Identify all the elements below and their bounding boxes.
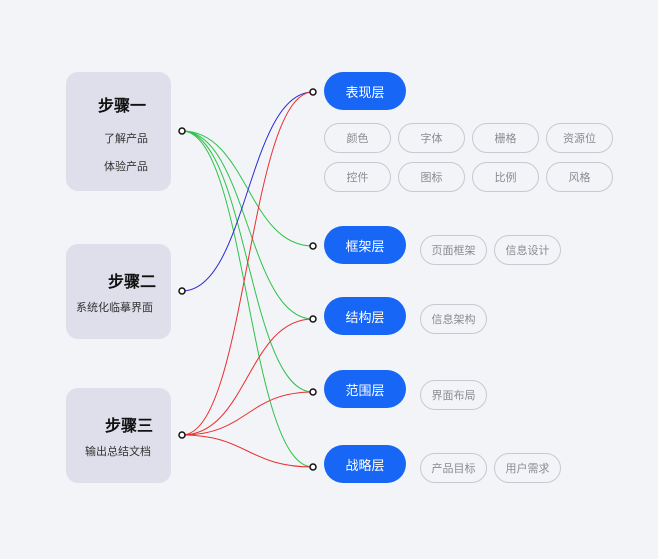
target-anchor[interactable] <box>309 388 317 396</box>
step-one-card: 步骤一 了解产品 体验产品 <box>66 72 171 191</box>
tag[interactable]: 资源位 <box>546 123 613 153</box>
step-item: 输出总结文档 <box>85 445 151 458</box>
tag[interactable]: 风格 <box>546 162 613 192</box>
connection-line <box>181 391 314 436</box>
source-anchor[interactable] <box>178 287 186 295</box>
target-anchor[interactable] <box>309 315 317 323</box>
tag[interactable]: 比例 <box>472 162 539 192</box>
layer-scope[interactable]: 范围层 <box>324 370 406 408</box>
tag[interactable]: 页面框架 <box>420 235 487 265</box>
connection-line <box>181 434 314 468</box>
target-anchor[interactable] <box>309 242 317 250</box>
tag[interactable]: 栅格 <box>472 123 539 153</box>
layer-structure[interactable]: 结构层 <box>324 297 406 335</box>
step-title: 步骤三 <box>105 416 154 435</box>
tag[interactable]: 信息架构 <box>420 304 487 334</box>
connection-line <box>181 318 314 436</box>
layer-strategy[interactable]: 战略层 <box>324 445 406 483</box>
step-two-card: 步骤二 系统化临摹界面 <box>66 244 171 339</box>
tag[interactable]: 界面布局 <box>420 380 487 410</box>
tag[interactable]: 用户需求 <box>494 453 561 483</box>
step-item: 体验产品 <box>104 160 148 173</box>
connection-line <box>181 130 314 320</box>
tag[interactable]: 产品目标 <box>420 453 487 483</box>
tag[interactable]: 字体 <box>398 123 465 153</box>
step-title: 步骤一 <box>98 96 147 115</box>
tag[interactable]: 图标 <box>398 162 465 192</box>
step-three-card: 步骤三 输出总结文档 <box>66 388 171 483</box>
source-anchor[interactable] <box>178 431 186 439</box>
step-item: 了解产品 <box>104 132 148 145</box>
target-anchor[interactable] <box>309 463 317 471</box>
tag[interactable]: 控件 <box>324 162 391 192</box>
target-anchor[interactable] <box>309 88 317 96</box>
step-item: 系统化临摹界面 <box>76 301 153 314</box>
layer-presentation[interactable]: 表现层 <box>324 72 406 110</box>
step-title: 步骤二 <box>108 272 157 291</box>
connection-line <box>181 130 314 247</box>
tag[interactable]: 信息设计 <box>494 235 561 265</box>
layer-framework[interactable]: 框架层 <box>324 226 406 264</box>
tag[interactable]: 颜色 <box>324 123 391 153</box>
source-anchor[interactable] <box>178 127 186 135</box>
connection-line <box>181 130 314 468</box>
